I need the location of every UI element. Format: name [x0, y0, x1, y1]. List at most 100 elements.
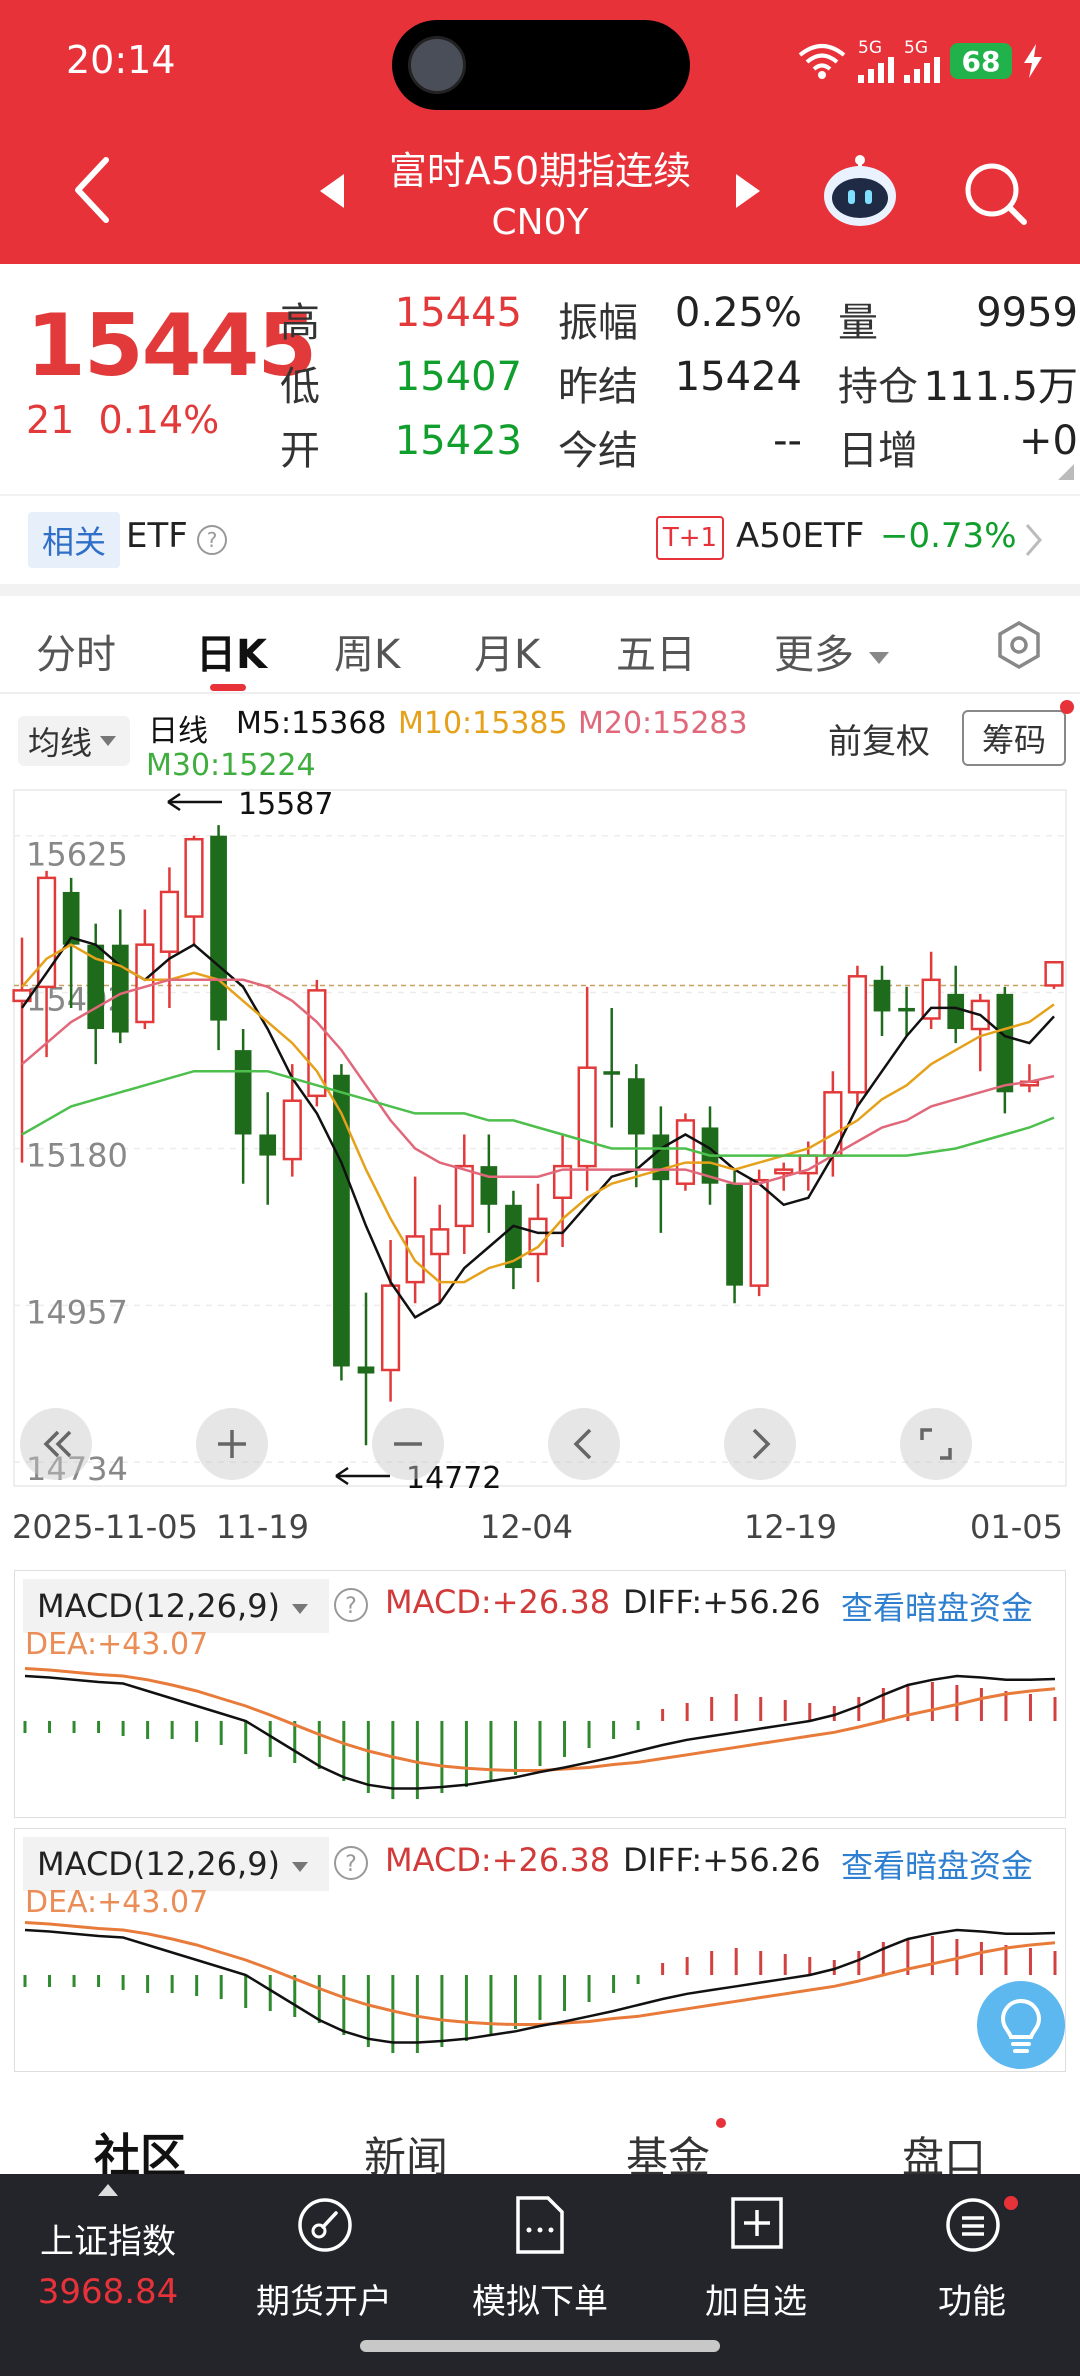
- menu-circle-icon: [946, 2198, 1000, 2252]
- chevron-right-icon: [1025, 524, 1042, 556]
- tab-five-day[interactable]: 五日: [616, 622, 696, 680]
- change-pct: 0.14%: [98, 398, 220, 442]
- help-icon[interactable]: ?: [333, 1587, 369, 1623]
- candle-body: [357, 1366, 375, 1374]
- macd-selector-label: MACD(12,26,9): [37, 1587, 281, 1625]
- prev-settle-label: 昨结: [558, 364, 638, 410]
- volume-value: 9959: [976, 290, 1078, 336]
- signal-1: 5G: [858, 39, 894, 83]
- x-label: 2025-11-05: [12, 1508, 198, 1546]
- candle-body: [873, 979, 891, 1012]
- document-icon: [516, 2196, 564, 2254]
- oi-label: 持仓: [838, 364, 918, 410]
- candle-body: [577, 1066, 597, 1168]
- tips-button[interactable]: [977, 1981, 1065, 2069]
- macd-selector[interactable]: MACD(12,26,9): [23, 1579, 329, 1633]
- chips-button[interactable]: 筹码: [962, 710, 1066, 766]
- adjust-mode[interactable]: 前复权: [828, 714, 930, 763]
- divider: [0, 494, 1080, 496]
- notification-dot: [1004, 2196, 1018, 2210]
- kline-chart[interactable]: 15625154021518014957147341558714772: [0, 786, 1080, 1546]
- nav-label: 模拟下单: [472, 2282, 608, 2322]
- contract-title: 富时A50期指连续: [388, 149, 692, 193]
- lightbulb-icon: [1000, 1998, 1042, 2053]
- dark-pool-link[interactable]: 查看暗盘资金: [841, 1583, 1033, 1629]
- macd-selector-label: MACD(12,26,9): [37, 1845, 281, 1883]
- fullscreen-button[interactable]: [900, 1408, 972, 1480]
- help-icon[interactable]: ?: [333, 1845, 369, 1881]
- signal-2: 5G: [904, 39, 940, 83]
- contract-code: CN0Y: [491, 202, 589, 243]
- zoom-out-button[interactable]: [372, 1408, 444, 1480]
- dark-pool-link[interactable]: 查看暗盘资金: [841, 1841, 1033, 1887]
- ma-selector[interactable]: 均线: [18, 716, 130, 766]
- notification-dot: [716, 2118, 726, 2128]
- y-tick-label: 14957: [26, 1293, 128, 1331]
- tab-daily-k[interactable]: 日K: [196, 622, 267, 680]
- macd-chart: [23, 1921, 1057, 2053]
- nav-label: 期货开户: [256, 2282, 392, 2322]
- low-label: 低: [280, 364, 320, 410]
- control-button-bg: [724, 1408, 796, 1480]
- nav-index[interactable]: 上证指数 3968.84: [0, 2174, 216, 2376]
- candle-body: [111, 944, 129, 1033]
- tab-monthly-k[interactable]: 月K: [474, 622, 540, 680]
- rewind-button[interactable]: [20, 1408, 92, 1480]
- status-icons: 5G 5G 68: [796, 36, 1044, 86]
- candle-body: [210, 835, 227, 1021]
- charging-bolt-icon: [1024, 44, 1042, 78]
- x-label: 12-19: [744, 1508, 837, 1546]
- candle-body: [234, 1050, 252, 1135]
- settings-hexagon-icon[interactable]: [994, 620, 1044, 670]
- macd-chart: [23, 1667, 1057, 1799]
- nav-functions[interactable]: 功能: [864, 2174, 1080, 2376]
- candle-body: [1044, 960, 1064, 987]
- settle-label: 今结: [558, 428, 638, 474]
- etf-name: A50ETF: [736, 516, 865, 556]
- help-icon[interactable]: ?: [196, 524, 228, 556]
- svg-text:?: ?: [207, 528, 218, 552]
- candle-body: [480, 1166, 498, 1205]
- camera-thumbnail-icon: [408, 36, 466, 94]
- candle-body: [947, 993, 965, 1030]
- control-button-bg: [548, 1408, 620, 1480]
- tab-weekly-k[interactable]: 周K: [334, 622, 400, 680]
- macd-selector[interactable]: MACD(12,26,9): [23, 1837, 329, 1891]
- macd-panel-1[interactable]: MACD(12,26,9) ? MACD:+26.38 DIFF:+56.26 …: [14, 1570, 1066, 1818]
- candle-body: [528, 1217, 548, 1256]
- caret-down-icon: [868, 652, 889, 664]
- robot-assistant-icon[interactable]: [820, 152, 900, 228]
- active-tab-indicator: [210, 684, 246, 691]
- related-tag: 相关: [28, 512, 120, 568]
- candle-body: [627, 1078, 645, 1135]
- next-contract-icon[interactable]: [734, 174, 760, 208]
- daily-inc-label: 日增: [838, 428, 918, 474]
- dynamic-island: [392, 20, 690, 110]
- high-label: 高: [280, 300, 320, 346]
- low-value: 15407: [394, 354, 522, 400]
- nav-label: 功能: [938, 2282, 1006, 2322]
- candle-body: [898, 1007, 915, 1012]
- macd-panel-2[interactable]: MACD(12,26,9) ? MACD:+26.38 DIFF:+56.26 …: [14, 1828, 1066, 2072]
- tab-intraday[interactable]: 分时: [36, 622, 116, 680]
- caret-down-icon: [292, 1862, 309, 1872]
- open-label: 开: [280, 428, 320, 474]
- candle-body: [675, 1119, 696, 1185]
- ma-selector-label: 均线: [28, 724, 93, 762]
- gauge-icon: [298, 2198, 352, 2252]
- amp-value: 0.25%: [674, 290, 802, 336]
- chevron-right-button[interactable]: [724, 1408, 796, 1480]
- candle-body: [726, 1183, 743, 1286]
- last-price: 15445: [26, 296, 317, 396]
- zoom-in-button[interactable]: [196, 1408, 268, 1480]
- high-marker-label: 15587: [238, 787, 333, 822]
- expand-corner-icon[interactable]: [1058, 464, 1074, 480]
- caret-up-icon: [98, 2184, 118, 2196]
- candle-body: [36, 876, 57, 989]
- search-icon[interactable]: [962, 160, 1028, 226]
- period-label: 日线: [148, 714, 208, 749]
- tab-more[interactable]: 更多: [774, 622, 891, 680]
- chevron-left-button[interactable]: [548, 1408, 620, 1480]
- amp-label: 振幅: [558, 300, 638, 346]
- header: 20:14 5G 5G 68 富时A50期指连续 CN0Y: [0, 0, 1080, 264]
